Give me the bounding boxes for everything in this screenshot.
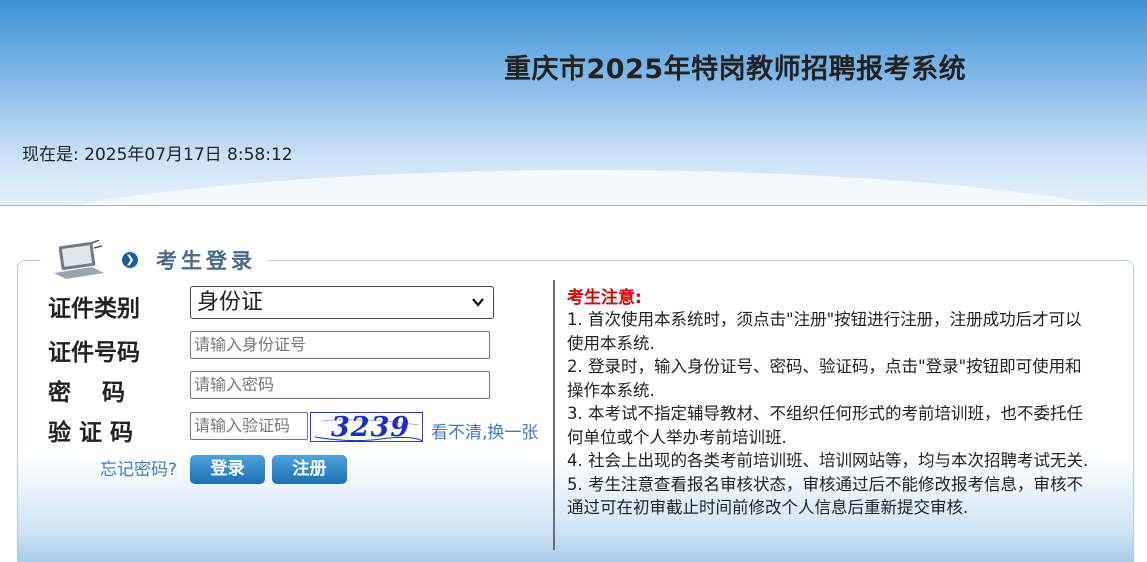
notice-item: 5. 考生注意查看报名审核状态，审核通过后不能修改报考信息，审核不通过可在初审截… xyxy=(567,474,1083,518)
id-type-selected-value: 身份证 xyxy=(197,290,264,315)
notice-item: 1. 首次使用本系统时，须点击"注册"按钮进行注册，注册成功后才可以使用本系统. xyxy=(567,310,1082,353)
current-time: 现在是: 2025年07月17日 8:58:12 xyxy=(22,145,293,165)
panel-divider xyxy=(553,280,555,550)
password-label: 密 码 xyxy=(48,380,129,406)
login-button[interactable]: 登录 xyxy=(190,455,265,484)
header-banner xyxy=(0,0,1147,206)
register-button[interactable]: 注册 xyxy=(272,455,347,484)
captcha-code: 3239 xyxy=(331,412,411,442)
notice-item: 2. 登录时，输入身份证号、密码、验证码，点击"登录"按钮即可使用和操作本系统. xyxy=(567,357,1082,400)
captcha-image[interactable]: 3239 xyxy=(310,412,423,442)
id-type-select[interactable]: 身份证 xyxy=(190,286,494,319)
password-input[interactable]: 请输入密码 xyxy=(190,371,490,399)
login-panel-header: ❯ 考生登录 xyxy=(40,240,268,280)
notice-item: 3. 本考试不指定辅导教材、不组织任何形式的考前培训班，也不委托任何单位或个人举… xyxy=(567,404,1083,447)
notice-list: 1. 首次使用本系统时，须点击"注册"按钮进行注册，注册成功后才可以使用本系统.… xyxy=(567,308,1095,520)
forgot-password-link[interactable]: 忘记密码? xyxy=(100,455,177,480)
laptop-icon xyxy=(54,240,104,279)
captcha-input[interactable]: 请输入验证码 xyxy=(190,412,308,440)
refresh-captcha-link[interactable]: 看不清,换一张 xyxy=(431,418,538,443)
page-title: 重庆市2025年特岗教师招聘报考系统 xyxy=(504,54,967,85)
id-type-label: 证件类别 xyxy=(48,296,140,322)
notice-item: 4. 社会上出现的各类考前培训班、培训网站等，均与本次招聘考试无关. xyxy=(567,451,1089,470)
id-number-label: 证件号码 xyxy=(48,340,140,366)
chevron-down-icon xyxy=(472,298,484,307)
header-wave xyxy=(0,170,1147,206)
id-number-input[interactable]: 请输入身份证号 xyxy=(190,331,490,359)
login-section-title: 考生登录 xyxy=(156,249,256,273)
arrow-circle-icon: ❯ xyxy=(122,252,138,268)
captcha-label: 验 证 码 xyxy=(48,420,134,446)
notice-title: 考生注意: xyxy=(567,288,642,308)
